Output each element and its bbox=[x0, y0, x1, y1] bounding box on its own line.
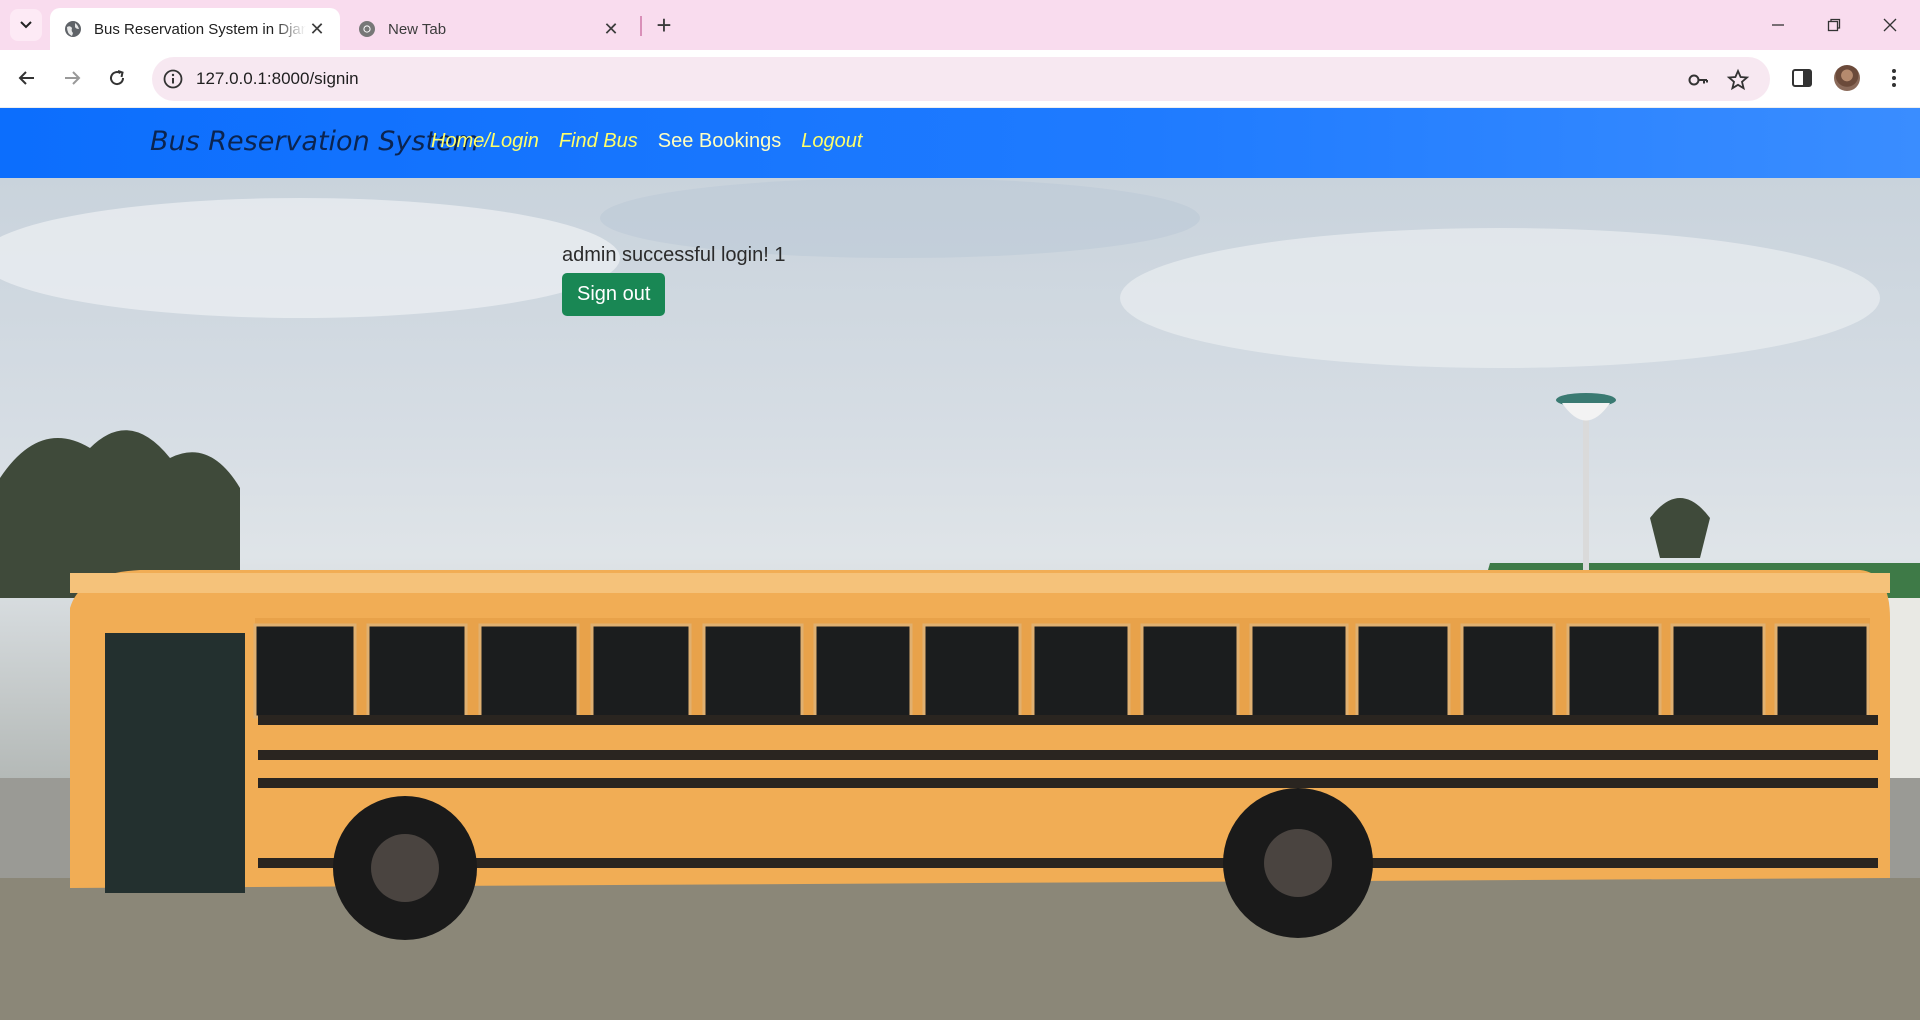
side-panel-icon[interactable] bbox=[1790, 66, 1814, 90]
minimize-icon bbox=[1772, 24, 1784, 26]
reload-button[interactable] bbox=[100, 61, 134, 95]
login-success-message: admin successful login! 1 bbox=[562, 244, 786, 266]
more-menu-icon[interactable] bbox=[1882, 66, 1906, 90]
nav-link-see-bookings[interactable]: See Bookings bbox=[658, 130, 781, 153]
profile-avatar[interactable] bbox=[1834, 65, 1860, 91]
forward-button[interactable] bbox=[55, 61, 89, 95]
site-navbar: Bus Reservation System Home/Login Find B… bbox=[0, 108, 1920, 178]
restore-icon bbox=[1827, 18, 1841, 32]
nav-link-find-bus[interactable]: Find Bus bbox=[559, 130, 638, 153]
close-icon[interactable]: ✕ bbox=[306, 18, 328, 40]
school-bus-image bbox=[0, 178, 1920, 1020]
restore-button[interactable] bbox=[1806, 0, 1862, 50]
brand-title[interactable]: Bus Reservation System bbox=[150, 126, 479, 157]
new-tab-button[interactable]: + bbox=[650, 9, 678, 40]
close-window-button[interactable] bbox=[1862, 0, 1918, 50]
tab-title: New Tab bbox=[388, 20, 447, 38]
address-bar[interactable]: 127.0.0.1:8000/signin bbox=[152, 57, 1770, 101]
info-icon[interactable] bbox=[162, 68, 184, 90]
plus-icon: + bbox=[656, 9, 672, 40]
nav-link-logout[interactable]: Logout bbox=[801, 130, 862, 153]
reload-icon bbox=[110, 70, 125, 86]
back-button[interactable] bbox=[10, 61, 44, 95]
login-status-panel: admin successful login! 1 Sign out bbox=[562, 244, 785, 316]
chrome-icon bbox=[359, 21, 375, 37]
web-page: Bus Reservation System Home/Login Find B… bbox=[0, 108, 1920, 1020]
nav-links: Home/Login Find Bus See Bookings Logout bbox=[431, 130, 862, 153]
tab-new-tab[interactable]: New Tab ✕ bbox=[344, 8, 634, 50]
browser-tab-strip: Bus Reservation System in Django ✕ New T… bbox=[0, 0, 1920, 50]
star-icon[interactable] bbox=[1726, 68, 1750, 92]
arrow-right-icon bbox=[65, 71, 81, 85]
sign-out-button[interactable]: Sign out bbox=[562, 273, 666, 316]
minimize-button[interactable] bbox=[1750, 0, 1806, 50]
close-icon bbox=[1883, 18, 1897, 32]
background-image bbox=[0, 178, 1920, 1020]
tab-search-button[interactable] bbox=[10, 9, 42, 41]
tab-bus-reservation[interactable]: Bus Reservation System in Django ✕ bbox=[50, 8, 340, 50]
url-text: 127.0.0.1:8000/signin bbox=[196, 69, 359, 88]
nav-link-home-login[interactable]: Home/Login bbox=[431, 130, 539, 153]
close-icon[interactable]: ✕ bbox=[600, 18, 622, 40]
browser-toolbar: 127.0.0.1:8000/signin bbox=[0, 50, 1920, 108]
arrow-left-icon bbox=[18, 71, 34, 85]
tab-title: Bus Reservation System in Django bbox=[94, 20, 306, 38]
globe-icon bbox=[65, 21, 81, 37]
tab-separator bbox=[640, 16, 642, 36]
chevron-down-icon bbox=[20, 21, 32, 29]
key-icon[interactable] bbox=[1686, 68, 1710, 92]
